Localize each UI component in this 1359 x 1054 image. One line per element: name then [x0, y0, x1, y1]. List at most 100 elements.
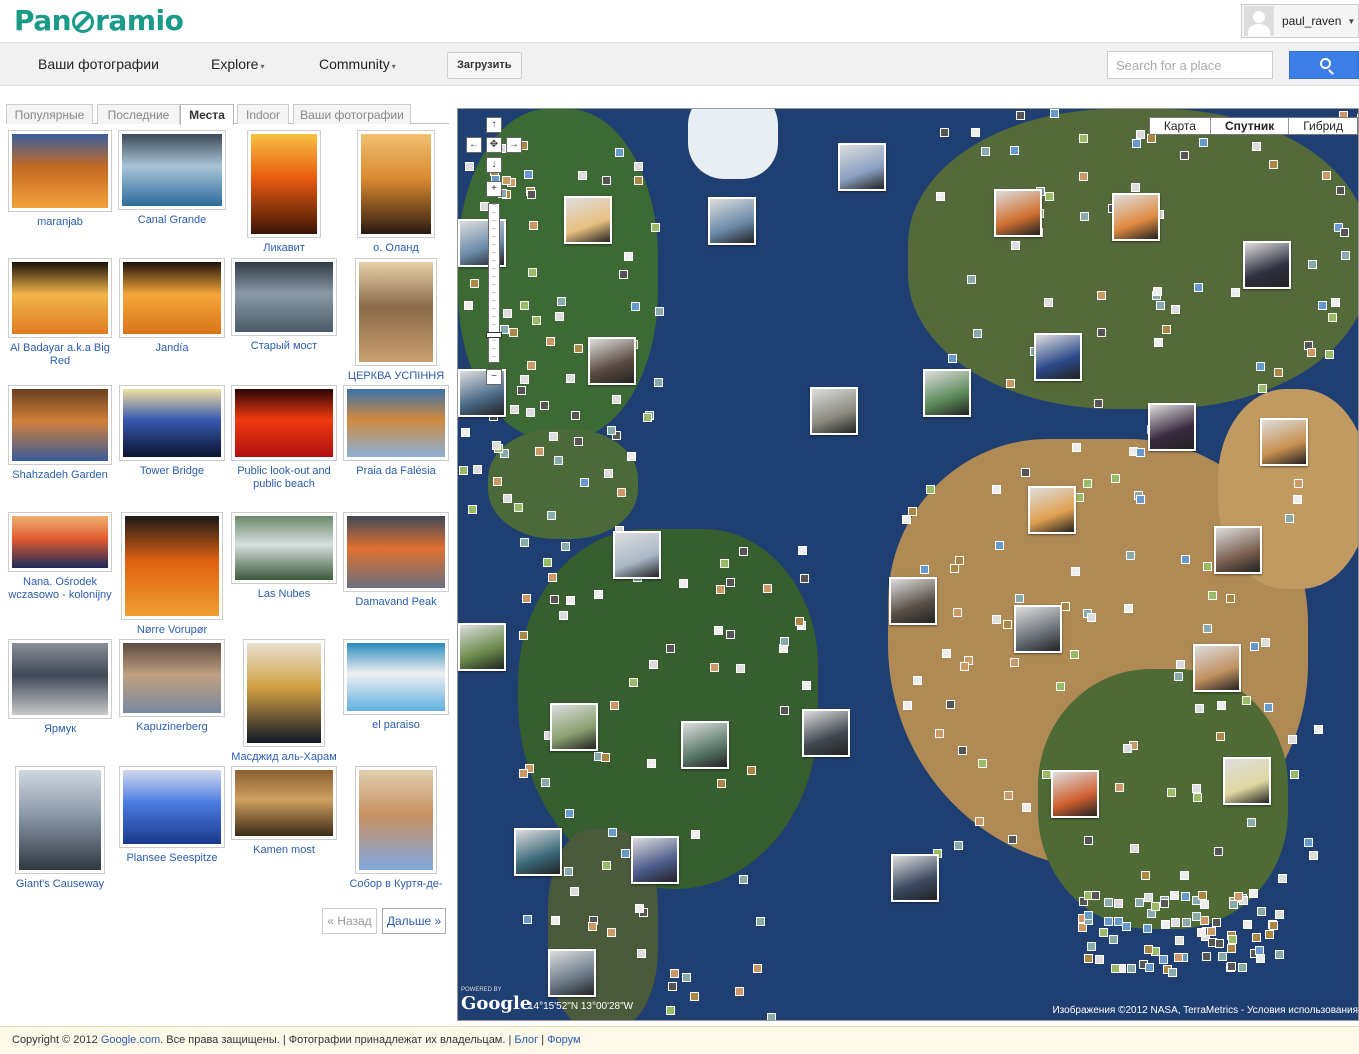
- map-photo-pin[interactable]: [1154, 338, 1164, 348]
- map-photo-pin[interactable]: [1160, 919, 1170, 929]
- map-photo-pin[interactable]: [1202, 562, 1212, 572]
- map-photo-pin[interactable]: [518, 768, 528, 778]
- panoramio-logo[interactable]: Pan ramio: [14, 4, 184, 37]
- map-photo-pin[interactable]: [974, 816, 984, 826]
- map-photo-pin[interactable]: [647, 759, 657, 769]
- map-photo-pin[interactable]: [518, 630, 528, 640]
- map-photo-marker[interactable]: [681, 721, 729, 769]
- map-photo-pin[interactable]: [1256, 361, 1266, 371]
- map-photo-marker[interactable]: [514, 828, 562, 876]
- map-photo-pin[interactable]: [546, 511, 556, 521]
- map-photo-pin[interactable]: [755, 916, 765, 926]
- map-photo-pin[interactable]: [1130, 844, 1140, 854]
- map-photo-pin[interactable]: [1218, 951, 1228, 961]
- map-photo-marker[interactable]: [1148, 403, 1196, 451]
- map-photo-pin[interactable]: [681, 972, 691, 982]
- photo-thumbnail[interactable]: [8, 258, 112, 338]
- map-photo-pin[interactable]: [546, 337, 556, 347]
- map-photo-pin[interactable]: [970, 127, 980, 137]
- photo-thumbnail[interactable]: [119, 766, 225, 848]
- map-photo-pin[interactable]: [1180, 555, 1190, 565]
- photo-thumbnail[interactable]: [243, 639, 325, 747]
- map-photo-marker[interactable]: [994, 189, 1042, 237]
- map-photo-pin[interactable]: [954, 840, 964, 850]
- map-photo-pin[interactable]: [1143, 945, 1153, 955]
- map-photo-pin[interactable]: [555, 312, 565, 322]
- map-photo-pin[interactable]: [547, 573, 557, 583]
- map-photo-pin[interactable]: [667, 982, 677, 992]
- map-photo-pin[interactable]: [1203, 624, 1213, 634]
- map-photo-pin[interactable]: [902, 701, 912, 711]
- map-photo-marker[interactable]: [891, 854, 939, 902]
- map-photo-pin[interactable]: [1044, 191, 1054, 201]
- footer-blog-link[interactable]: Блог: [514, 1034, 538, 1046]
- map-photo-pin[interactable]: [472, 464, 482, 474]
- zoom-handle[interactable]: [486, 332, 502, 338]
- map-photo-pin[interactable]: [610, 701, 620, 711]
- map-photo-pin[interactable]: [1306, 347, 1316, 357]
- map-photo-pin[interactable]: [1140, 870, 1150, 880]
- map-photo-pin[interactable]: [519, 375, 529, 385]
- photo-title[interactable]: Praia da Falésia: [340, 465, 452, 478]
- map-photo-pin[interactable]: [1131, 138, 1141, 148]
- map-photo-pin[interactable]: [522, 915, 532, 925]
- zoom-in-icon[interactable]: +: [486, 181, 502, 197]
- photo-thumbnail[interactable]: [355, 766, 437, 874]
- photo-title[interactable]: Nørre Vorupør: [116, 624, 228, 637]
- map-photo-pin[interactable]: [650, 223, 660, 233]
- map-photo-pin[interactable]: [463, 301, 473, 311]
- map-photo-pin[interactable]: [1237, 963, 1247, 973]
- photo-title[interactable]: Giant's Causeway: [4, 878, 116, 891]
- photo-title[interactable]: Jandía: [116, 342, 228, 355]
- map-photo-pin[interactable]: [1083, 479, 1093, 489]
- map-photo-pin[interactable]: [738, 874, 748, 884]
- map-photo-pin[interactable]: [678, 578, 688, 588]
- photo-thumbnail[interactable]: [231, 512, 337, 584]
- map-photo-marker[interactable]: [802, 709, 850, 757]
- map-photo-pin[interactable]: [569, 886, 579, 896]
- map-photo-pin[interactable]: [1197, 928, 1207, 938]
- map-photo-marker[interactable]: [1193, 644, 1241, 692]
- map-photo-pin[interactable]: [1170, 890, 1180, 900]
- map-photo-pin[interactable]: [981, 146, 991, 156]
- map-photo-pin[interactable]: [653, 378, 663, 388]
- map-photo-pin[interactable]: [574, 343, 584, 353]
- map-photo-marker[interactable]: [1051, 770, 1099, 818]
- next-page-button[interactable]: Дальше »: [382, 908, 446, 934]
- photo-thumbnail[interactable]: [231, 258, 337, 336]
- map-photo-pin[interactable]: [991, 614, 1001, 624]
- map-photo-pin[interactable]: [1078, 171, 1088, 181]
- map-photo-pin[interactable]: [762, 584, 772, 594]
- map-photo-pin[interactable]: [557, 296, 567, 306]
- map-photo-pin[interactable]: [655, 307, 665, 317]
- map-photo-pin[interactable]: [621, 849, 631, 859]
- map-photo-marker[interactable]: [923, 369, 971, 417]
- pan-center-icon[interactable]: ✥: [486, 137, 502, 153]
- photo-title[interactable]: Shahzadeh Garden: [4, 469, 116, 482]
- map-photo-pin[interactable]: [1179, 151, 1189, 161]
- zoom-out-icon[interactable]: −: [486, 369, 502, 385]
- map-photo-pin[interactable]: [1284, 514, 1294, 524]
- photo-thumbnail[interactable]: [343, 639, 449, 715]
- map-photo-pin[interactable]: [665, 1006, 675, 1016]
- map-photo-pin[interactable]: [953, 608, 962, 618]
- map-photo-marker[interactable]: [1028, 486, 1076, 534]
- map-photo-pin[interactable]: [1257, 383, 1267, 393]
- map-photo-pin[interactable]: [633, 175, 643, 185]
- photo-thumbnail[interactable]: [343, 385, 449, 461]
- map-photo-marker[interactable]: [1214, 526, 1262, 574]
- map-photo-pin[interactable]: [1103, 897, 1113, 907]
- map-photo-pin[interactable]: [973, 328, 983, 338]
- map-photo-pin[interactable]: [1318, 300, 1328, 310]
- photo-title[interactable]: el paraiso: [340, 719, 452, 732]
- map-photo-pin[interactable]: [600, 753, 610, 763]
- map-photo-pin[interactable]: [1339, 228, 1349, 238]
- map-photo-pin[interactable]: [1304, 837, 1314, 847]
- map-type-map[interactable]: Карта: [1150, 118, 1210, 134]
- map-photo-pin[interactable]: [1056, 681, 1066, 691]
- map-photo-pin[interactable]: [1097, 328, 1107, 338]
- photo-thumbnail[interactable]: [119, 639, 225, 717]
- map-photo-pin[interactable]: [517, 385, 527, 395]
- map-photo-pin[interactable]: [460, 427, 470, 437]
- map-photo-pin[interactable]: [1173, 671, 1183, 681]
